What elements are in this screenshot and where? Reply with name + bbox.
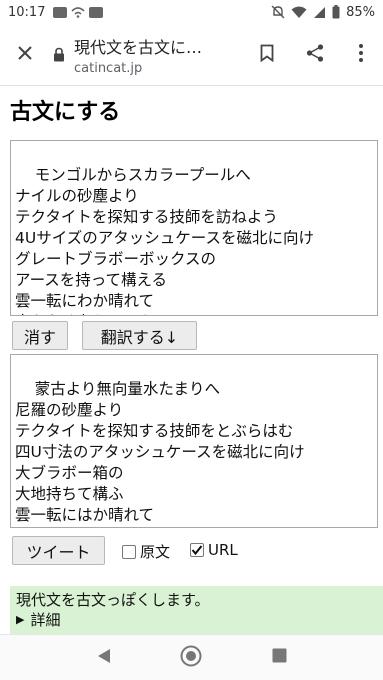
checkbox-unchecked[interactable] bbox=[122, 544, 136, 559]
system-nav-bar bbox=[0, 634, 383, 680]
details-label: 詳細 bbox=[30, 611, 61, 629]
share-icon bbox=[305, 43, 325, 67]
url-label: URL bbox=[208, 541, 238, 559]
signal-icon bbox=[313, 6, 326, 19]
bookmark-button[interactable] bbox=[243, 24, 291, 86]
recents-square-icon bbox=[272, 648, 287, 667]
bookmark-icon bbox=[260, 44, 274, 66]
info-box: 現代文を古文っぽくします。 ▶ 詳細 bbox=[10, 586, 383, 634]
home-circle-icon bbox=[180, 645, 202, 671]
overflow-menu-button[interactable] bbox=[339, 24, 383, 86]
close-icon bbox=[17, 45, 33, 65]
details-toggle[interactable]: ▶ 詳細 bbox=[16, 610, 377, 630]
back-button[interactable] bbox=[84, 638, 124, 678]
info-text: 現代文を古文っぽくします。 bbox=[16, 591, 210, 609]
checkbox-checked[interactable] bbox=[190, 543, 204, 557]
wifi-icon bbox=[291, 6, 307, 19]
output-text: 蒙古より無向量水たまりへ 尼羅の砂塵より テクタイトを探知する技師をとぶらはむ … bbox=[15, 380, 305, 524]
home-button[interactable] bbox=[171, 638, 211, 678]
input-textarea[interactable]: モンゴルからスカラープールへ ナイルの砂塵より テクタイトを探知する技師を訪ねよ… bbox=[10, 140, 378, 316]
app-notification-icon bbox=[53, 6, 68, 18]
tweet-button[interactable]: ツイート bbox=[12, 536, 105, 565]
original-text-checkbox[interactable]: 原文 bbox=[122, 541, 170, 562]
battery-icon bbox=[332, 5, 340, 19]
close-tab-button[interactable] bbox=[0, 24, 50, 86]
more-vert-icon bbox=[359, 43, 363, 66]
page-content: 古文にする モンゴルからスカラープールへ ナイルの砂塵より テクタイトを探知する… bbox=[0, 86, 383, 634]
notification-icons bbox=[53, 6, 104, 18]
resize-grip-icon[interactable] bbox=[367, 305, 376, 314]
output-textarea[interactable]: 蒙古より無向量水たまりへ 尼羅の砂塵より テクタイトを探知する技師をとぶらはむ … bbox=[10, 354, 378, 528]
lock-icon bbox=[50, 47, 68, 62]
status-bar: 10:17 85% bbox=[0, 0, 383, 24]
disclosure-triangle-icon: ▶ bbox=[16, 613, 25, 626]
back-triangle-icon bbox=[97, 648, 111, 668]
url-checkbox[interactable]: URL bbox=[190, 541, 238, 559]
original-text-label: 原文 bbox=[140, 543, 171, 561]
clear-button[interactable]: 消す bbox=[12, 321, 68, 350]
status-time: 10:17 bbox=[8, 4, 46, 20]
recents-button[interactable] bbox=[259, 638, 299, 678]
browser-toolbar: 現代文を古文に… catincat.jp bbox=[0, 24, 383, 86]
domain-text: catincat.jp bbox=[74, 60, 143, 76]
mute-icon bbox=[271, 5, 285, 19]
share-button[interactable] bbox=[291, 24, 339, 86]
translate-button[interactable]: 翻訳する↓ bbox=[82, 321, 197, 350]
address-area[interactable]: 現代文を古文に… catincat.jp bbox=[74, 34, 243, 76]
nfc-icon bbox=[89, 6, 104, 18]
status-right: 85% bbox=[271, 5, 375, 20]
tab-title: 現代文を古文に… bbox=[74, 37, 203, 57]
battery-percent: 85% bbox=[346, 4, 375, 20]
page-heading: 古文にする bbox=[10, 100, 121, 125]
resize-grip-icon[interactable] bbox=[367, 517, 376, 526]
wifi-calling-icon bbox=[71, 6, 86, 18]
input-text: モンゴルからスカラープールへ ナイルの砂塵より テクタイトを探知する技師を訪ねよ… bbox=[15, 166, 314, 315]
